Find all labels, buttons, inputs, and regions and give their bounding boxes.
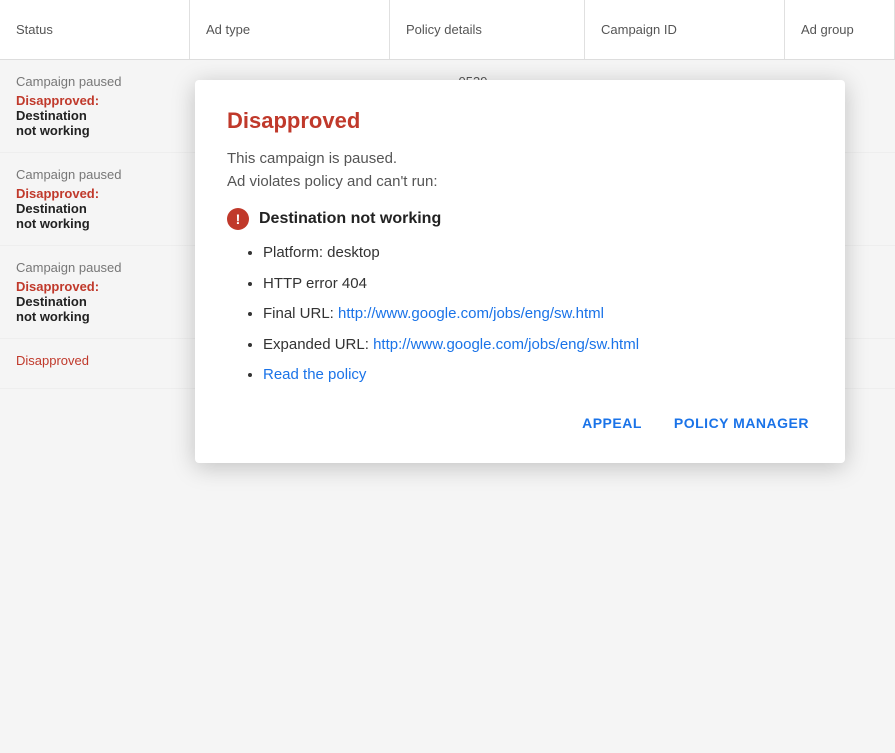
list-item: Expanded URL: http://www.google.com/jobs…	[263, 334, 813, 357]
final-url-label: Final URL:	[263, 305, 338, 322]
status-cell: Campaign paused Disapproved: Destination…	[0, 163, 190, 235]
policy-details-modal: Disapproved This campaign is paused. Ad …	[195, 80, 845, 463]
status-disapproved: Disapproved:	[16, 186, 174, 201]
status-disapproved-partial: Disapproved	[0, 349, 105, 372]
list-item: Final URL: http://www.google.com/jobs/en…	[263, 303, 813, 326]
col-header-status: Status	[0, 0, 190, 59]
issue-title: Destination not working	[259, 210, 441, 228]
error-icon: !	[227, 208, 249, 230]
list-item: Platform: desktop	[263, 242, 813, 265]
status-paused: Campaign paused	[16, 167, 174, 182]
http-error-text: HTTP error 404	[263, 275, 367, 292]
adtype-cell	[190, 70, 443, 78]
platform-text: Platform: desktop	[263, 244, 380, 261]
modal-subtitle1: This campaign is paused.	[227, 150, 813, 167]
status-destination: Destinationnot working	[16, 201, 174, 231]
status-destination: Destinationnot working	[16, 294, 174, 324]
status-disapproved: Disapproved:	[16, 279, 174, 294]
expanded-url-link[interactable]: http://www.google.com/jobs/eng/sw.html	[373, 336, 639, 353]
final-url-link[interactable]: http://www.google.com/jobs/eng/sw.html	[338, 305, 604, 322]
adgroup-cell	[643, 70, 895, 78]
modal-subtitle2: Ad violates policy and can't run:	[227, 173, 813, 190]
list-item: Read the policy	[263, 364, 813, 387]
status-disapproved: Disapproved:	[16, 93, 174, 108]
status-paused: Campaign paused	[16, 260, 174, 275]
status-cell: Campaign paused Disapproved: Destination…	[0, 70, 190, 142]
policy-issue-header: ! Destination not working	[227, 208, 813, 230]
col-header-campaign: Campaign ID	[585, 0, 785, 59]
status-paused: Campaign paused	[16, 74, 174, 89]
appeal-button[interactable]: APPEAL	[578, 407, 646, 439]
expanded-url-label: Expanded URL:	[263, 336, 373, 353]
modal-title: Disapproved	[227, 108, 813, 134]
status-cell: Campaign paused Disapproved: Destination…	[0, 256, 190, 328]
list-item: HTTP error 404	[263, 273, 813, 296]
policy-manager-button[interactable]: POLICY MANAGER	[670, 407, 813, 439]
col-header-adgroup: Ad group	[785, 0, 895, 59]
issue-list: Platform: desktop HTTP error 404 Final U…	[227, 242, 813, 387]
col-header-adtype: Ad type	[190, 0, 390, 59]
modal-actions: APPEAL POLICY MANAGER	[227, 407, 813, 439]
read-policy-link[interactable]: Read the policy	[263, 366, 366, 383]
status-destination: Destinationnot working	[16, 108, 174, 138]
col-header-policy: Policy details	[390, 0, 585, 59]
